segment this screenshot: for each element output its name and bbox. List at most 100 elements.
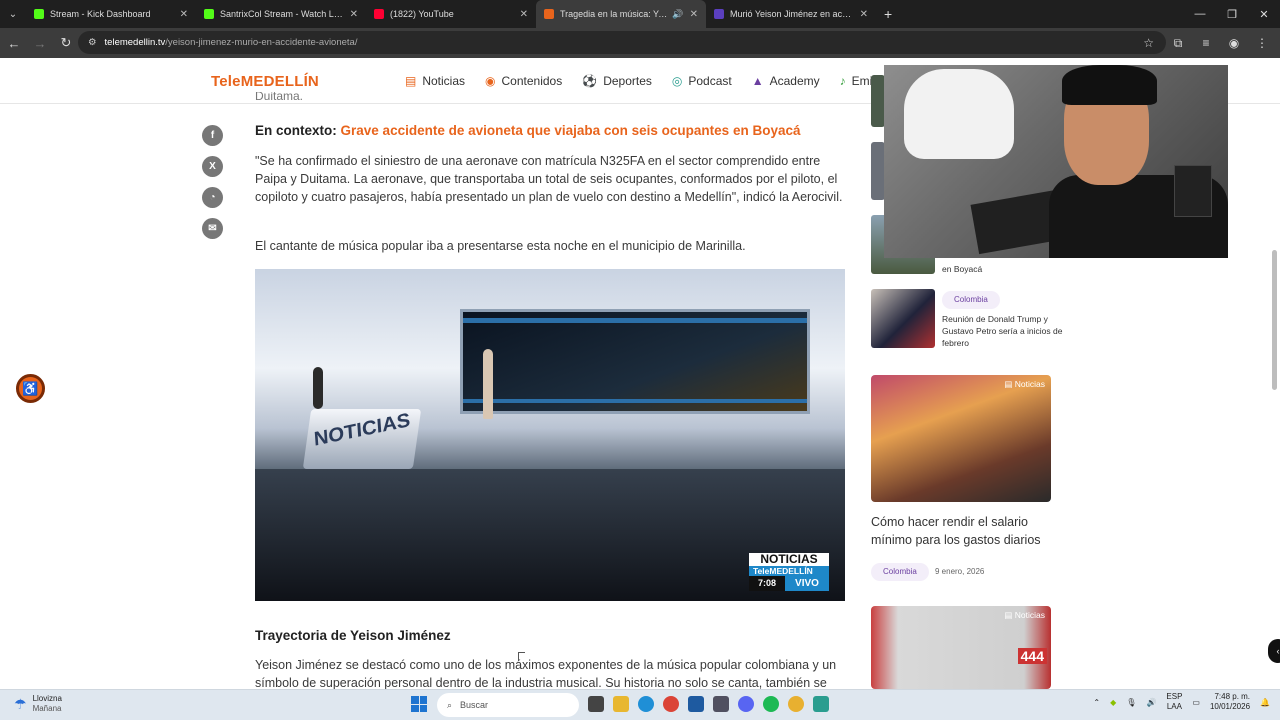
trump-petro-thumbnail[interactable]: [871, 289, 935, 348]
taskbar-search[interactable]: ⌕ Buscar: [437, 693, 579, 717]
discord-icon[interactable]: [738, 696, 754, 712]
weather-subtitle: Mañana: [32, 704, 62, 713]
category-chip[interactable]: Colombia: [871, 563, 929, 581]
site-logo[interactable]: TeleMEDELLÍN: [211, 73, 319, 90]
volume-icon[interactable]: 🔊: [1146, 698, 1156, 707]
badge-title: NOTICIAS: [749, 553, 829, 566]
tab-search-icon[interactable]: ⌄: [0, 0, 26, 28]
tab-title: Murió Yeison Jiménez en accide: [730, 9, 854, 19]
lang-top: ESP: [1166, 692, 1183, 701]
app-icon[interactable]: [813, 696, 829, 712]
tab-kick-dashboard[interactable]: Stream - Kick Dashboard ✕: [26, 0, 196, 28]
nav-deportes[interactable]: ⚽ Deportes: [582, 74, 652, 88]
news-card-image[interactable]: ▤ Noticias: [871, 375, 1051, 502]
nav-label: Academy: [769, 74, 820, 88]
network-icon[interactable]: ▭: [1192, 698, 1200, 707]
extensions-icon[interactable]: ⧉: [1166, 31, 1190, 55]
speaker-icon[interactable]: 🔊: [672, 9, 683, 20]
browser-tabstrip: ⌄ Stream - Kick Dashboard ✕ SantrixCol S…: [0, 0, 1280, 28]
new-tab-plus-icon[interactable]: +: [884, 6, 892, 22]
edge-icon[interactable]: [638, 696, 654, 712]
spotify-icon[interactable]: [763, 696, 779, 712]
tab-telemedellin-2[interactable]: Murió Yeison Jiménez en accide ✕: [706, 0, 876, 28]
eye-icon: ◉: [485, 74, 496, 88]
person-hair: [1062, 65, 1157, 105]
x-twitter-icon[interactable]: X: [202, 156, 223, 177]
nav-label: Contenidos: [501, 74, 563, 88]
accessibility-icon[interactable]: ♿: [16, 374, 45, 403]
category-chip[interactable]: Colombia: [942, 291, 1000, 309]
tab-youtube[interactable]: (1822) YouTube ✕: [366, 0, 536, 28]
email-icon[interactable]: ✉: [202, 218, 223, 239]
site-icon: [714, 9, 724, 19]
address-bar[interactable]: ⚙ telemedellin.tv/yeison-jimenez-murio-e…: [78, 31, 1166, 54]
badge-brand: TeleMEDELLÍN: [749, 566, 829, 576]
notification-bell-icon[interactable]: 🔔: [1260, 698, 1270, 707]
close-icon[interactable]: ✕: [180, 9, 188, 20]
nav-academy[interactable]: ▲ Academy: [752, 74, 820, 88]
news-card-image[interactable]: ▤ Noticias 444: [871, 606, 1051, 689]
close-icon[interactable]: ✕: [520, 9, 528, 20]
more-menu-icon[interactable]: ⋮: [1250, 31, 1274, 55]
nav-podcast[interactable]: ◎ Podcast: [672, 74, 732, 88]
context-link[interactable]: Grave accidente de avioneta que viajaba …: [341, 123, 801, 138]
section-heading: Trayectoria de Yeison Jiménez: [255, 628, 451, 643]
desk-text: NOTICIAS: [313, 409, 411, 451]
tab-kick-stream[interactable]: SantrixCol Stream - Watch Live ✕: [196, 0, 366, 28]
app-icon[interactable]: [788, 696, 804, 712]
nav-contenidos[interactable]: ◉ Contenidos: [485, 74, 562, 88]
forward-arrow-icon[interactable]: →: [28, 31, 52, 55]
tab-title: Tragedia en la música: Yeis: [560, 9, 669, 19]
ball-icon: ⚽: [582, 74, 598, 88]
chrome-icon[interactable]: [663, 696, 679, 712]
newspaper-icon: ▤: [405, 74, 417, 88]
task-view-icon[interactable]: [588, 696, 604, 712]
restore-icon[interactable]: ❐: [1216, 0, 1248, 28]
studio-screen: [460, 309, 810, 414]
site-info-icon[interactable]: ⚙: [88, 37, 97, 48]
chevron-up-icon[interactable]: ⌃: [1093, 698, 1100, 707]
context-prefix: En contexto:: [255, 123, 337, 138]
paragraph: Yeison Jiménez se destacó como uno de lo…: [255, 658, 837, 690]
video-player[interactable]: NOTICIAS NOTICIAS TeleMEDELLÍN 7:08 VIVO: [255, 269, 845, 601]
clock[interactable]: 7:48 p. m. 10/01/2026: [1210, 692, 1250, 712]
graduation-cap-icon: ▲: [751, 74, 764, 88]
weather-widget[interactable]: ☂ Llovizna Mañana: [14, 694, 62, 714]
tab-telemedellin-active[interactable]: Tragedia en la música: Yeis 🔊 ✕: [536, 0, 706, 28]
storefront-sign: 444: [1017, 648, 1047, 664]
news-title[interactable]: en Boyacá: [942, 263, 1072, 275]
language-indicator[interactable]: ESP LAA: [1166, 692, 1182, 712]
file-explorer-icon[interactable]: [613, 696, 629, 712]
minimize-icon[interactable]: —: [1184, 0, 1216, 28]
close-icon[interactable]: ✕: [860, 9, 868, 20]
close-icon[interactable]: ✕: [690, 9, 698, 20]
close-icon[interactable]: ✕: [350, 9, 358, 20]
app-tray-icon[interactable]: ◆: [1110, 698, 1116, 707]
news-thumbnail[interactable]: [871, 75, 885, 127]
profile-avatar-icon[interactable]: ◉: [1222, 31, 1246, 55]
kick-icon: [204, 9, 214, 19]
reload-icon[interactable]: ↻: [54, 31, 78, 55]
facebook-icon[interactable]: f: [202, 125, 223, 146]
nav-noticias[interactable]: ▤ Noticias: [405, 74, 465, 88]
reading-list-icon[interactable]: ≡: [1194, 31, 1218, 55]
nav-label: Podcast: [688, 74, 732, 88]
store-icon[interactable]: [688, 696, 704, 712]
page-scrollbar[interactable]: [1272, 250, 1277, 390]
whatsapp-icon[interactable]: ◔: [202, 187, 223, 208]
url-host: telemedellin.tv: [104, 37, 166, 48]
close-window-icon[interactable]: ✕: [1248, 0, 1280, 28]
bookmark-star-icon[interactable]: ☆: [1143, 36, 1154, 50]
nav-label: Deportes: [603, 74, 652, 88]
side-panel-chevron-icon[interactable]: ‹: [1268, 639, 1280, 663]
news-thumbnail[interactable]: [871, 142, 885, 200]
rain-cloud-icon: ☂: [14, 695, 27, 712]
back-arrow-icon[interactable]: ←: [2, 31, 26, 55]
news-title[interactable]: Reunión de Donald Trump y Gustavo Petro …: [942, 313, 1072, 349]
windows-start-icon[interactable]: [411, 696, 427, 712]
card-title[interactable]: Cómo hacer rendir el salario mínimo para…: [871, 513, 1051, 549]
microphone-icon[interactable]: 🎙: [1126, 698, 1136, 707]
card-tag: ▤ Noticias: [1004, 610, 1045, 620]
taskbar-pinned-apps: [588, 696, 829, 712]
obs-icon[interactable]: [713, 696, 729, 712]
